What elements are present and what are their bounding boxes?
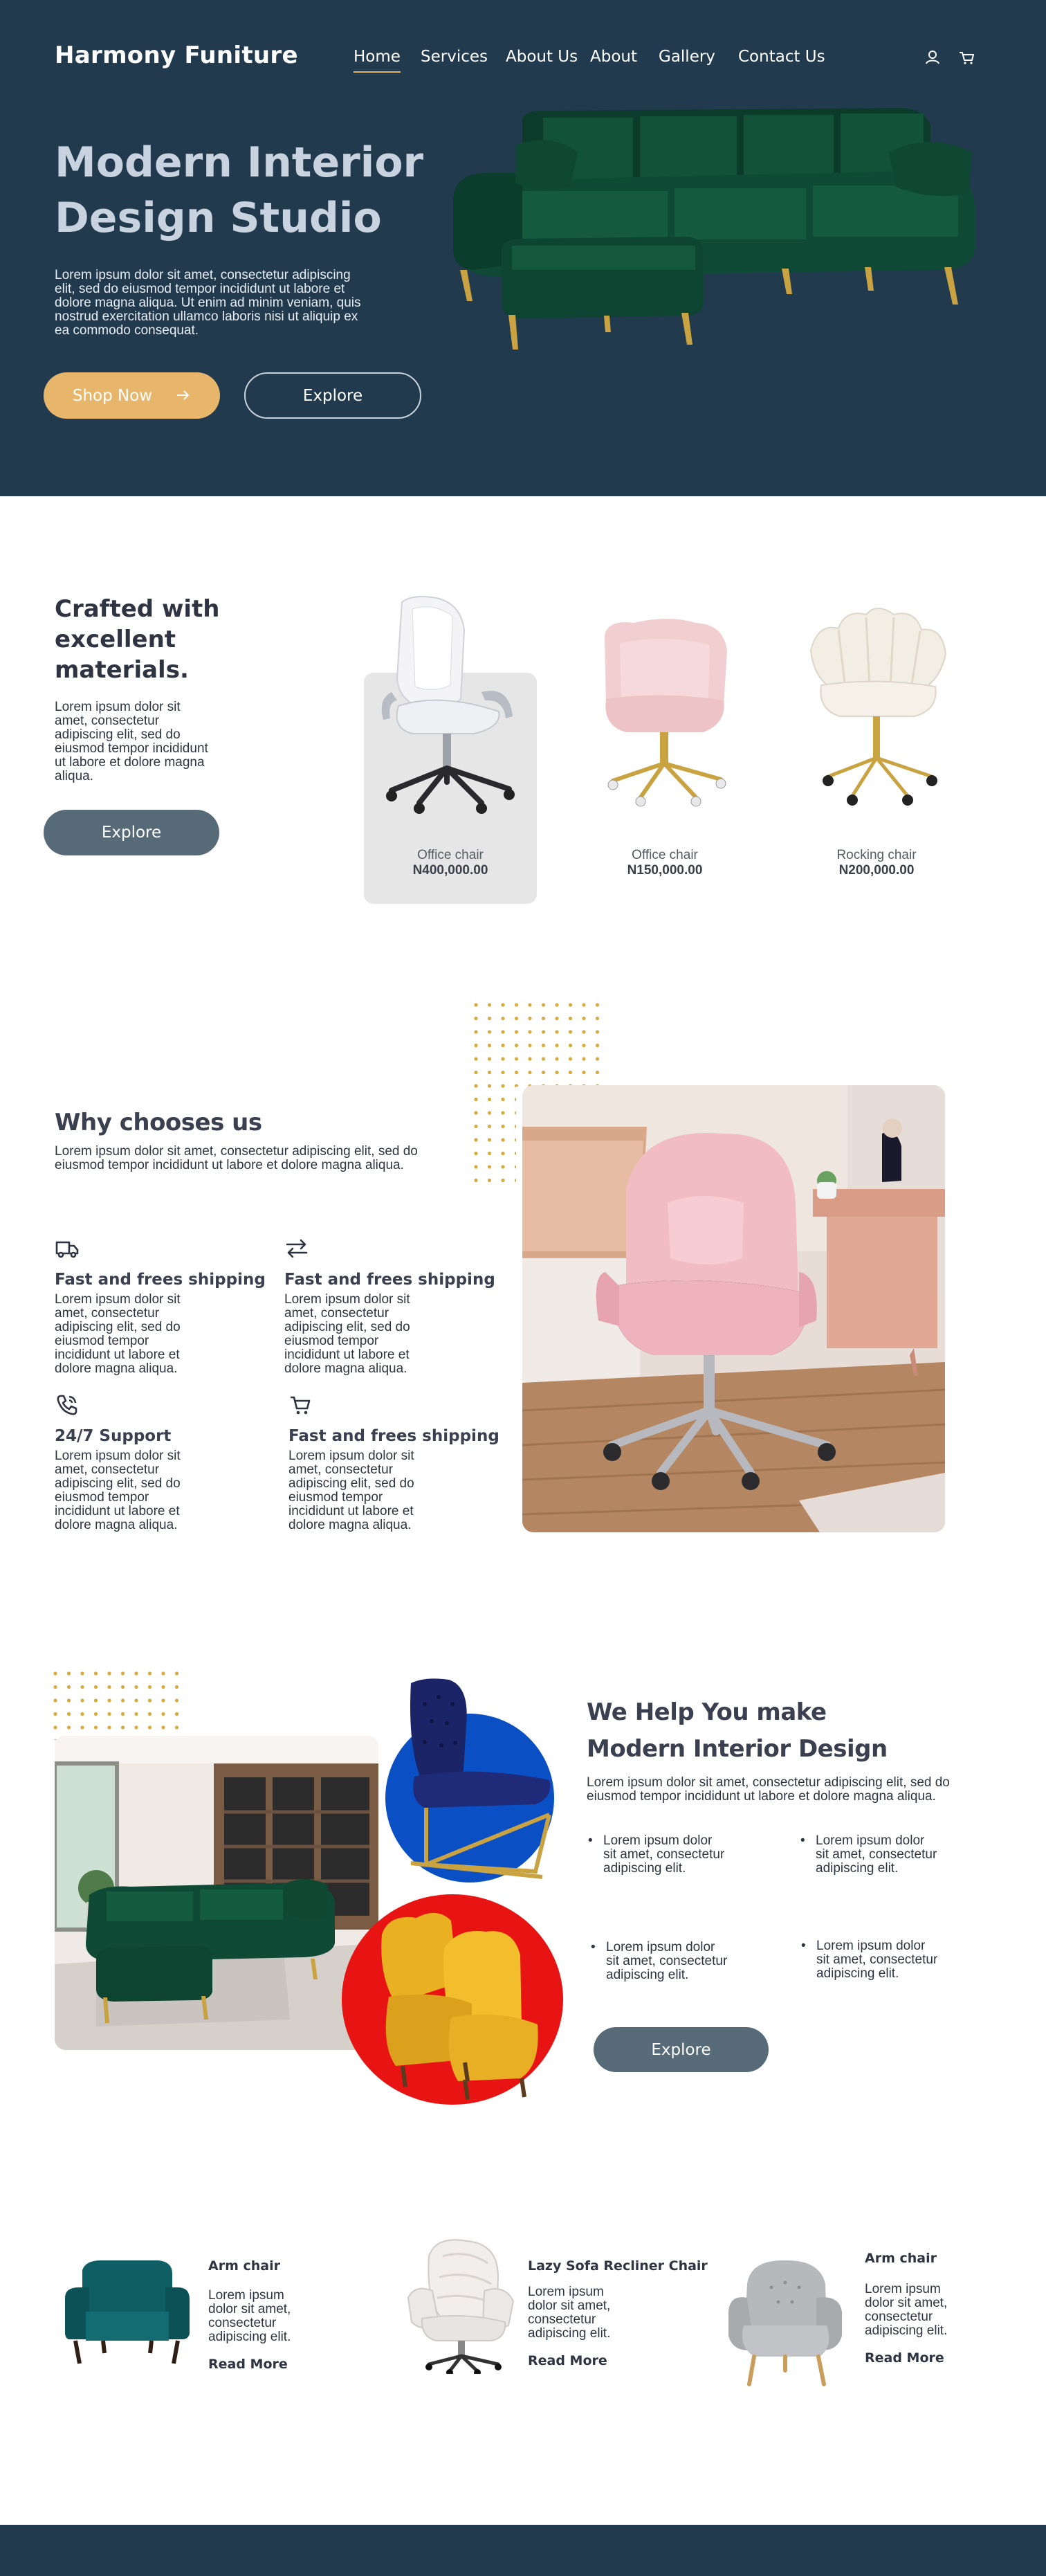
product-name: Office chair xyxy=(417,848,484,862)
why-description: Lorem ipsum dolor sit amet, consectetur … xyxy=(55,1144,418,1172)
nav-about-us[interactable]: About Us xyxy=(506,48,578,66)
pink-office-chair-image xyxy=(605,619,727,807)
feature-title: 24/7 Support xyxy=(55,1427,172,1445)
nav-about[interactable]: About xyxy=(590,48,637,66)
user-icon[interactable] xyxy=(922,47,943,68)
help-title: We Help You make Modern Interior Design xyxy=(587,1694,974,1768)
truck-icon xyxy=(55,1236,80,1261)
product-row-title: Lazy Sofa Recliner Chair xyxy=(528,2258,708,2274)
living-room-photo xyxy=(55,1736,378,2050)
product-row-text: Lorem ipsum dolor sit amet, consectetur … xyxy=(528,2285,611,2341)
rocking-chair-image xyxy=(809,608,947,806)
product-name: Office chair xyxy=(632,848,698,862)
decorative-dot-grid xyxy=(53,1671,184,1740)
hero-description: Lorem ipsum dolor sit amet, consectetur … xyxy=(55,268,361,338)
hero-title: Modern Interior Design Studio xyxy=(55,138,424,242)
cart-icon xyxy=(288,1393,313,1417)
crafted-description: Lorem ipsum dolor sit amet, consectetur … xyxy=(55,700,208,783)
product-row-title: Arm chair xyxy=(208,2258,280,2274)
teal-arm-chair-image xyxy=(65,2260,190,2364)
product-price: N200,000.00 xyxy=(838,863,915,878)
footer-bar xyxy=(0,2525,1046,2576)
shop-now-button[interactable]: Shop Now xyxy=(44,372,220,419)
arrow-right-icon xyxy=(176,387,191,405)
crafted-title: Crafted with excellent materials. xyxy=(55,595,220,684)
read-more-link[interactable]: Read More xyxy=(865,2350,944,2366)
help-explore-button[interactable]: Explore xyxy=(594,2027,769,2072)
product-price: N400,000.00 xyxy=(412,863,488,878)
help-title-line1: We Help You make xyxy=(587,1698,827,1726)
help-bullet-item: Lorem ipsum dolor sit amet, consectetur … xyxy=(800,1834,939,1876)
help-bullet-item: Lorem ipsum dolor sit amet, consectetur … xyxy=(591,1941,729,1982)
lazy-sofa-recliner-image xyxy=(407,2239,515,2374)
brand-logo[interactable]: Harmony Funiture xyxy=(55,42,298,69)
cart-icon[interactable] xyxy=(957,47,978,68)
hero-explore-button[interactable]: Explore xyxy=(244,372,421,419)
feature-text: Lorem ipsum dolor sit amet, consectetur … xyxy=(284,1292,410,1376)
product-price: N150,000.00 xyxy=(627,863,703,878)
feature-text: Lorem ipsum dolor sit amet, consectetur … xyxy=(55,1449,181,1532)
product-card[interactable]: Office chair N400,000.00 xyxy=(364,595,537,904)
pink-chair-room-photo xyxy=(522,1085,945,1532)
nav-contact-us[interactable]: Contact Us xyxy=(738,48,825,66)
nav-home[interactable]: Home xyxy=(354,48,401,73)
feature-item: Fast and frees shipping Lorem ipsum dolo… xyxy=(288,1393,499,1532)
shop-now-label: Shop Now xyxy=(72,386,153,405)
nav-gallery[interactable]: Gallery xyxy=(659,48,715,66)
feature-title: Fast and frees shipping xyxy=(284,1271,495,1289)
nav-services[interactable]: Services xyxy=(421,48,488,66)
feature-item: Fast and frees shipping Lorem ipsum dolo… xyxy=(284,1236,495,1376)
product-row-title: Arm chair xyxy=(865,2251,937,2266)
green-sectional-sofa-image xyxy=(453,108,975,350)
feature-text: Lorem ipsum dolor sit amet, consectetur … xyxy=(55,1292,181,1376)
crafted-explore-button[interactable]: Explore xyxy=(44,810,219,855)
white-office-chair-image xyxy=(381,596,515,814)
help-title-line2: Modern Interior Design xyxy=(587,1735,888,1763)
help-bullet-item: Lorem ipsum dolor sit amet, consectetur … xyxy=(801,1939,939,1981)
navy-tufted-chair-blue-circle xyxy=(385,1678,554,1883)
product-row-text: Lorem ipsum dolor sit amet, consectetur … xyxy=(208,2288,291,2344)
product-card[interactable]: Office chair N150,000.00 xyxy=(578,595,751,904)
feature-item: 24/7 Support Lorem ipsum dolor sit amet,… xyxy=(55,1393,241,1532)
product-row-text: Lorem ipsum dolor sit amet, consectetur … xyxy=(865,2282,948,2338)
read-more-link[interactable]: Read More xyxy=(528,2353,607,2368)
phone-icon xyxy=(55,1393,80,1417)
yellow-armchairs-red-circle xyxy=(342,1894,563,2105)
help-bullet-item: Lorem ipsum dolor sit amet, consectetur … xyxy=(588,1834,726,1876)
why-title: Why chooses us xyxy=(55,1109,262,1136)
exchange-arrows-icon xyxy=(284,1236,309,1261)
read-more-link[interactable]: Read More xyxy=(208,2357,288,2372)
product-card[interactable]: Rocking chair N200,000.00 xyxy=(790,595,963,904)
feature-item: Fast and frees shipping Lorem ipsum dolo… xyxy=(55,1236,266,1376)
feature-text: Lorem ipsum dolor sit amet, consectetur … xyxy=(288,1449,414,1532)
help-description: Lorem ipsum dolor sit amet, consectetur … xyxy=(587,1775,950,1804)
feature-title: Fast and frees shipping xyxy=(288,1427,499,1445)
product-name: Rocking chair xyxy=(836,848,917,862)
feature-title: Fast and frees shipping xyxy=(55,1271,266,1289)
hero-section: Harmony Funiture Home Services About Us … xyxy=(0,0,1046,496)
gray-arm-chair-image xyxy=(728,2260,842,2386)
